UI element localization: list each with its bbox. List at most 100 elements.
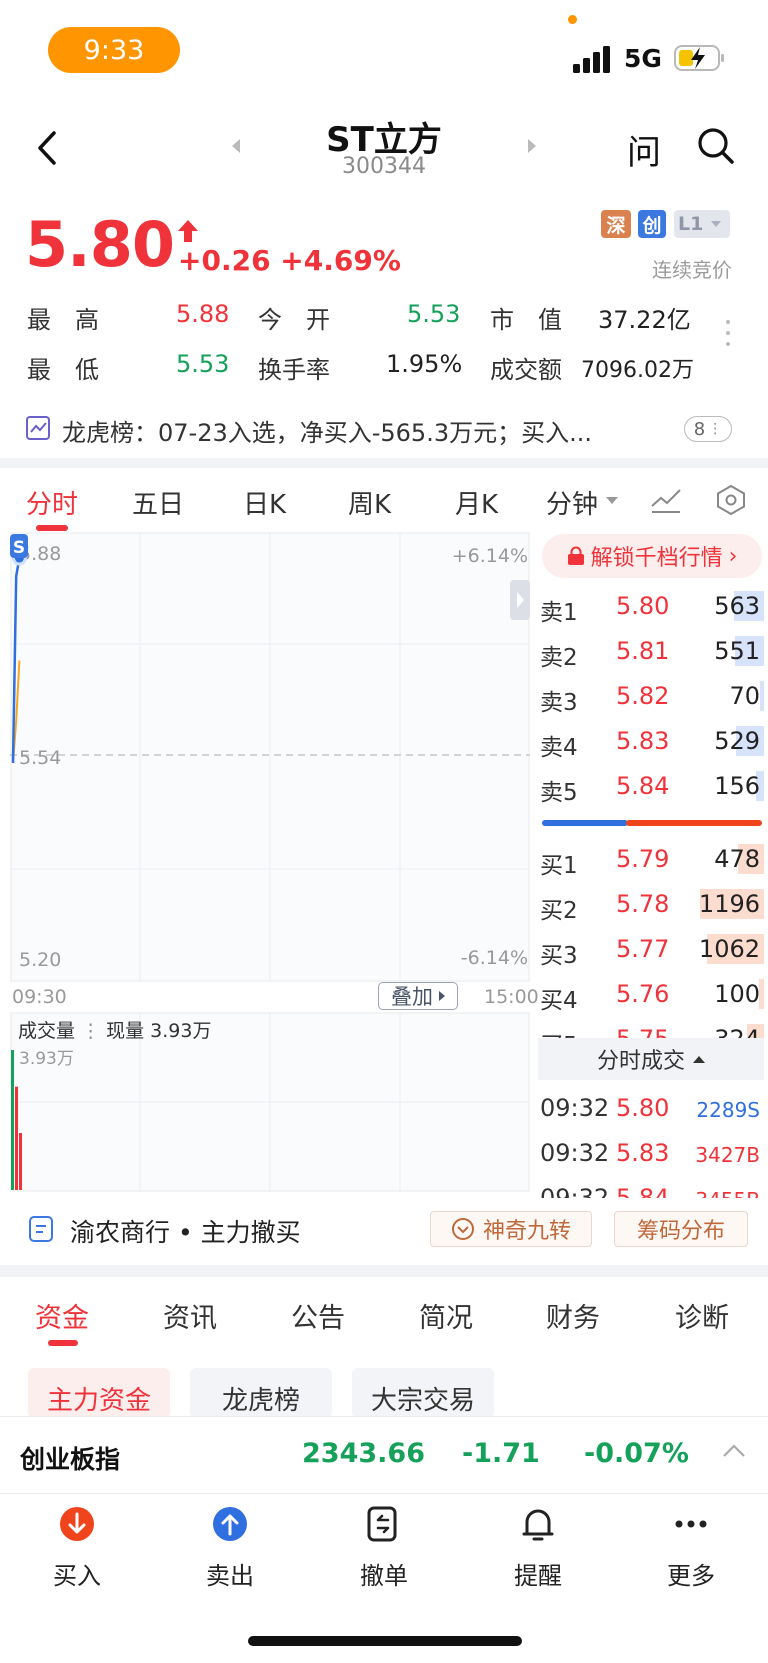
volume-bar — [760, 681, 764, 711]
trade-price: 5.83 — [616, 1139, 670, 1167]
trade-volume: 3455B — [695, 1188, 760, 1198]
trade-time: 09:32 — [540, 1139, 610, 1167]
buy-level-row[interactable]: 买5 5.75 324 — [538, 1018, 764, 1038]
more-stats-icon[interactable] — [726, 320, 732, 360]
active-tab-indicator — [36, 525, 68, 531]
volume-bar — [15, 1086, 18, 1190]
section-divider — [0, 1265, 768, 1277]
stat-value-open: 5.53 — [407, 300, 461, 328]
y-axis-label-mid: 5.54 — [19, 747, 61, 769]
chevron-down-icon — [711, 221, 722, 227]
tab-news[interactable]: 资讯 — [163, 1296, 217, 1335]
subtab-dragon-list[interactable]: 龙虎榜 — [190, 1368, 332, 1418]
ask-button[interactable]: 问 — [627, 125, 661, 174]
market-badge: 深 — [601, 210, 631, 238]
stat-value-turnover: 1.95% — [386, 350, 463, 378]
tab-daily-k[interactable]: 日K — [243, 484, 286, 521]
search-icon[interactable] — [696, 126, 736, 166]
volume-bar — [19, 1133, 22, 1190]
s-marker-label: S — [13, 538, 25, 558]
nav-buy[interactable]: 买入 — [22, 1504, 132, 1591]
volume-label: 成交量 — [18, 1020, 76, 1042]
level-price: 5.75 — [616, 1025, 669, 1038]
level-price: 5.79 — [616, 845, 670, 873]
change-percent: +4.69% — [280, 244, 401, 277]
tab-intraday[interactable]: 分时 — [26, 484, 78, 521]
tab-five-day[interactable]: 五日 — [132, 484, 184, 521]
unlock-label: 解锁千档行情 — [590, 546, 723, 571]
sell-level-row[interactable]: 卖5 5.84 156 — [538, 765, 764, 809]
tab-funds[interactable]: 资金 — [35, 1296, 89, 1335]
current-price: 5.80 — [25, 208, 175, 281]
chevron-down-icon[interactable] — [606, 497, 618, 504]
nav-sell[interactable]: 卖出 — [175, 1504, 285, 1591]
sell-level-row[interactable]: 卖1 5.80 563 — [538, 585, 764, 629]
level-label: 买5 — [540, 1026, 578, 1038]
tab-financials[interactable]: 财务 — [546, 1296, 600, 1335]
buy-level-row[interactable]: 买4 5.76 100 — [538, 973, 764, 1017]
overlay-button[interactable]: 叠加 — [378, 982, 458, 1010]
pct-label-min: -6.14% — [461, 947, 528, 969]
sell-arrow-icon — [213, 1507, 247, 1541]
magic-nine-chip[interactable]: 神奇九转 — [430, 1211, 592, 1247]
subtab-block-trade[interactable]: 大宗交易 — [352, 1368, 494, 1418]
tab-diagnosis[interactable]: 诊断 — [675, 1296, 729, 1335]
x-axis-start: 09:30 — [12, 986, 67, 1008]
trade-row: 09:32 5.80 2289S — [538, 1094, 764, 1134]
trade-volume: 2289S — [696, 1098, 760, 1122]
nav-alert[interactable]: 提醒 — [483, 1504, 593, 1591]
level-volume: 529 — [714, 727, 760, 755]
buy-level-row[interactable]: 买1 5.79 478 — [538, 838, 764, 882]
draw-line-icon[interactable] — [650, 486, 682, 514]
level-label: 买3 — [540, 943, 578, 969]
bid-ask-ratio-bar — [542, 820, 762, 826]
nav-more-label: 更多 — [667, 1562, 715, 1590]
level-selector[interactable]: L1 — [674, 210, 730, 238]
stat-value-mktcap: 37.22亿 — [598, 306, 691, 334]
buy-level-row[interactable]: 买2 5.78 1196 — [538, 883, 764, 927]
tab-weekly-k[interactable]: 周K — [348, 484, 391, 521]
trade-time: 09:32 — [540, 1184, 610, 1198]
network-type: 5G — [624, 44, 662, 73]
level-volume: 478 — [714, 845, 760, 873]
intraday-price-chart[interactable]: 5.88 5.54 5.20 +6.14% -6.14% S — [10, 532, 530, 982]
settings-hexagon-icon[interactable] — [715, 484, 747, 516]
next-stock-arrow-icon[interactable] — [528, 139, 536, 153]
bell-icon — [522, 1509, 554, 1541]
level-price: 5.81 — [616, 637, 670, 665]
nav-sell-label: 卖出 — [206, 1562, 254, 1590]
sell-level-row[interactable]: 卖4 5.83 529 — [538, 720, 764, 764]
trades-title: 分时成交 — [596, 1049, 685, 1074]
dragon-list-summary[interactable]: 龙虎榜：07-23入选，净买入-565.3万元；买入... — [62, 413, 592, 448]
subtab-main-funds[interactable]: 主力资金 — [28, 1368, 170, 1418]
level-volume: 156 — [714, 772, 760, 800]
volume-info-icon[interactable]: ⋮ — [81, 1020, 100, 1042]
tab-monthly-k[interactable]: 月K — [455, 484, 498, 521]
tab-announcements[interactable]: 公告 — [291, 1296, 345, 1335]
check-circle-icon — [451, 1218, 474, 1240]
sell-level-row[interactable]: 卖2 5.81 551 — [538, 630, 764, 674]
stat-label-turnover: 换手率 — [258, 356, 330, 384]
stat-value-low: 5.53 — [176, 350, 230, 378]
nav-alert-label: 提醒 — [514, 1562, 562, 1590]
buy-level-row[interactable]: 买3 5.77 1062 — [538, 928, 764, 972]
sell-level-row[interactable]: 卖3 5.82 70 — [538, 675, 764, 719]
nav-cancel-order[interactable]: 撤单 — [329, 1504, 439, 1591]
chevron-up-icon[interactable] — [722, 1443, 746, 1459]
unlock-depth-button[interactable]: 解锁千档行情 › — [542, 534, 762, 578]
x-axis-end: 15:00 — [484, 986, 539, 1008]
tab-minute[interactable]: 分钟 — [546, 484, 598, 521]
y-axis-label-min: 5.20 — [19, 949, 61, 971]
trades-toggle[interactable]: 分时成交 — [538, 1038, 764, 1080]
chip-distribution-chip[interactable]: 筹码分布 — [614, 1211, 748, 1247]
trade-price: 5.80 — [616, 1094, 670, 1122]
level-volume: 551 — [714, 637, 760, 665]
nav-more[interactable]: 更多 — [636, 1504, 746, 1591]
dragon-count-badge[interactable]: 8 ⋮ — [684, 416, 732, 442]
pct-label-max: +6.14% — [452, 545, 528, 567]
volume-current: 现量 3.93万 — [106, 1020, 212, 1042]
index-change-percent: -0.07% — [584, 1438, 689, 1469]
tab-profile[interactable]: 简况 — [419, 1296, 473, 1335]
stat-label-amount: 成交额 — [490, 356, 562, 384]
news-headline[interactable]: 渝农商行 • 主力撤买 — [70, 1213, 301, 1249]
